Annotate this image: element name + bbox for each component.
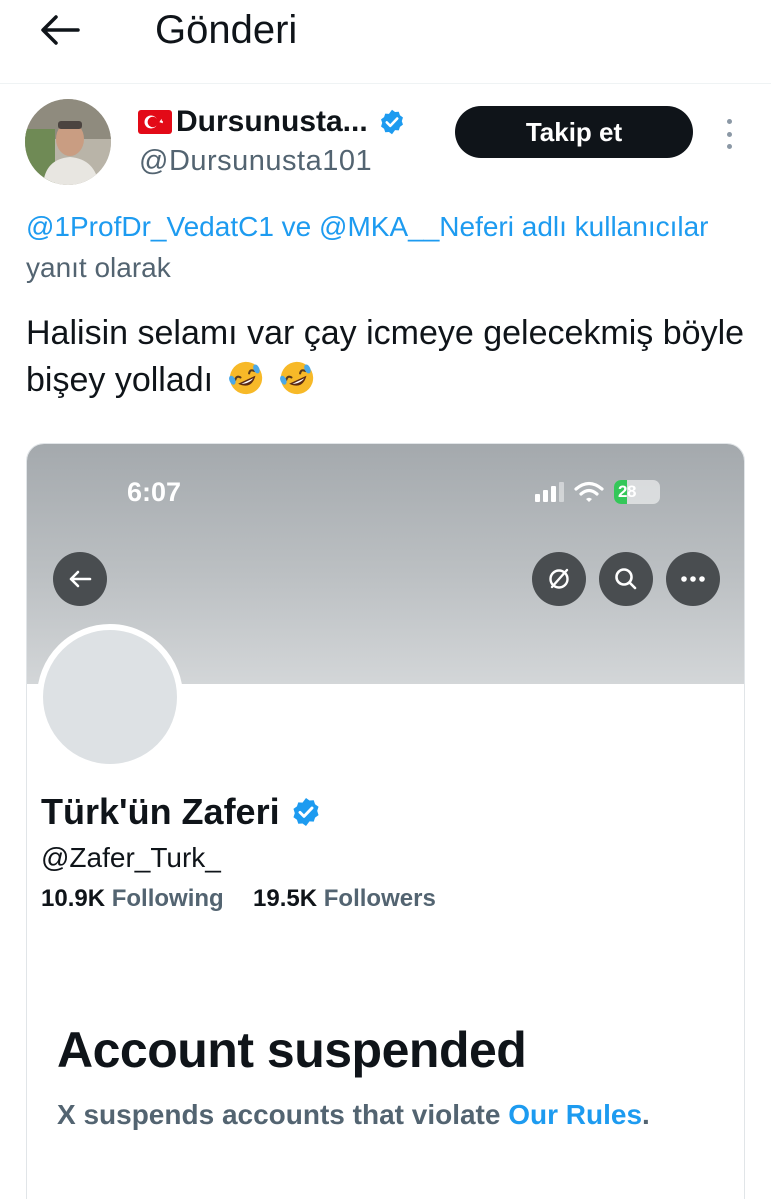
author-avatar[interactable]	[25, 99, 111, 185]
more-options-button[interactable]	[716, 114, 742, 154]
rolling-on-floor-laughing-icon	[228, 361, 262, 395]
page-title: Gönderi	[155, 8, 298, 52]
suspended-text: X suspends accounts that violate	[57, 1099, 509, 1130]
more-vert-icon-dot	[726, 131, 732, 137]
author-name[interactable]: Dursunusta...	[138, 104, 406, 140]
more-horizontal-icon	[681, 576, 705, 582]
post-detail-page: Gönderi Dursunusta... @Dursunusta101 Tak…	[0, 0, 771, 1199]
attached-image[interactable]: 6:07 28 Türk'ün Zaferi @Zafer_Turk_ 10.9…	[26, 443, 745, 1199]
verified-badge-icon	[380, 109, 403, 135]
profile-avatar-placeholder	[37, 624, 183, 770]
verified-badge-icon	[293, 798, 319, 826]
rolling-on-floor-laughing-icon	[280, 361, 314, 395]
author-handle[interactable]: @Dursunusta101	[139, 143, 372, 179]
suspended-message: X suspends accounts that violate Our Rul…	[57, 1096, 697, 1134]
profile-handle: @Zafer_Turk_	[41, 842, 221, 873]
author-name-text: Dursunusta...	[176, 105, 368, 138]
wifi-icon	[574, 481, 604, 502]
suspended-title: Account suspended	[57, 1022, 527, 1078]
battery-percent: 28	[618, 482, 636, 501]
banner-more-button	[666, 552, 720, 606]
rules-link: Our Rules	[508, 1099, 643, 1130]
profile-name-text: Türk'ün Zaferi	[41, 791, 280, 832]
rules-period: .	[642, 1099, 650, 1130]
profile-stats: 10.9K Following 19.5K Followers	[41, 882, 436, 916]
more-vert-icon-dot	[726, 144, 732, 149]
arrow-left-icon	[69, 570, 92, 588]
reply-joiner: ve	[273, 211, 320, 242]
grok-button	[532, 552, 586, 606]
avatar-photo	[25, 99, 111, 185]
tweet-text: Halisin selamı var çay icmeye gelecekmiş…	[26, 310, 746, 404]
reply-context-suffix: yanıt olarak	[26, 252, 171, 283]
banner-back-button	[53, 552, 107, 606]
cellular-signal-icon	[535, 482, 564, 502]
arrow-left-icon	[41, 15, 80, 45]
back-button[interactable]	[36, 8, 84, 52]
search-icon	[615, 568, 637, 590]
follow-button[interactable]: Takip et	[455, 106, 693, 158]
status-bar-time: 6:07	[127, 477, 182, 507]
top-bar: Gönderi	[0, 0, 771, 84]
status-bar-icons: 28	[535, 480, 660, 504]
following-label: Following	[111, 885, 224, 912]
followers-count: 19.5K	[253, 885, 318, 912]
banner-search-button	[599, 552, 653, 606]
profile-name: Türk'ün Zaferi	[41, 790, 322, 834]
followers-label: Followers	[323, 885, 436, 912]
mention-link[interactable]: @1ProfDr_VedatC1	[26, 211, 274, 242]
turkey-flag-icon	[138, 110, 172, 134]
battery-icon: 28	[614, 480, 660, 504]
more-vert-icon-dot	[726, 119, 732, 124]
grok-icon	[549, 568, 569, 589]
mention-link[interactable]: @MKA__Neferi	[319, 211, 514, 242]
reply-suffix: adlı kullanıcılar	[513, 211, 709, 242]
tweet-body: Halisin selamı var çay icmeye gelecekmiş…	[26, 314, 745, 399]
following-count: 10.9K	[41, 885, 106, 912]
reply-context: @1ProfDr_VedatC1 ve @MKA__Neferi adlı ku…	[26, 209, 709, 245]
